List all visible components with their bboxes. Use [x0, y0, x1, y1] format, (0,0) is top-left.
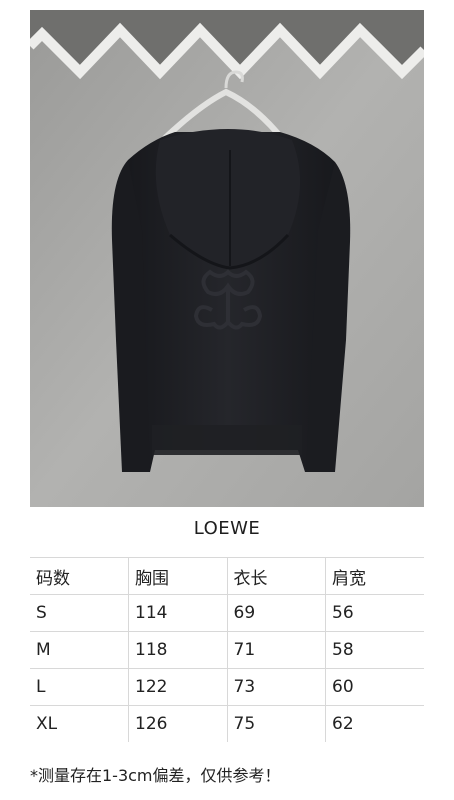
table-cell: 118	[128, 631, 228, 669]
table-row: L 122 73 60	[30, 668, 424, 706]
table-cell: 60	[325, 668, 424, 706]
hoodie	[111, 129, 351, 472]
table-row: S 114 69 56	[30, 594, 424, 632]
table-row: XL 126 75 62	[30, 705, 424, 742]
table-cell: 62	[325, 705, 424, 742]
table-row: M 118 71 58	[30, 631, 424, 669]
table-cell: 73	[226, 668, 326, 706]
hoodie-illustration	[30, 10, 424, 507]
product-photo	[30, 10, 424, 507]
table-cell: S	[30, 594, 129, 632]
table-cell: 56	[325, 594, 424, 632]
table-cell: L	[30, 668, 129, 706]
brand-name: LOEWE	[193, 518, 261, 539]
table-header-row: 码数 胸围 衣长 肩宽	[30, 557, 424, 595]
table-cell: 69	[226, 594, 326, 632]
table-cell: XL	[30, 705, 129, 742]
header-cell: 码数	[30, 557, 129, 595]
header-cell: 肩宽	[325, 557, 424, 595]
table-cell: 122	[128, 668, 228, 706]
table-cell: 71	[226, 631, 326, 669]
measurement-note: *测量存在1-3cm偏差，仅供参考！	[30, 766, 281, 785]
header-cell: 衣长	[226, 557, 326, 595]
table-cell: 126	[128, 705, 228, 742]
table-cell: 114	[128, 594, 228, 632]
size-chart-table: 码数 胸围 衣长 肩宽 S 114 69 56 M 118 71 58 L 12…	[30, 557, 424, 742]
header-cell: 胸围	[128, 557, 228, 595]
table-cell: 75	[226, 705, 326, 742]
table-cell: M	[30, 631, 129, 669]
table-cell: 58	[325, 631, 424, 669]
